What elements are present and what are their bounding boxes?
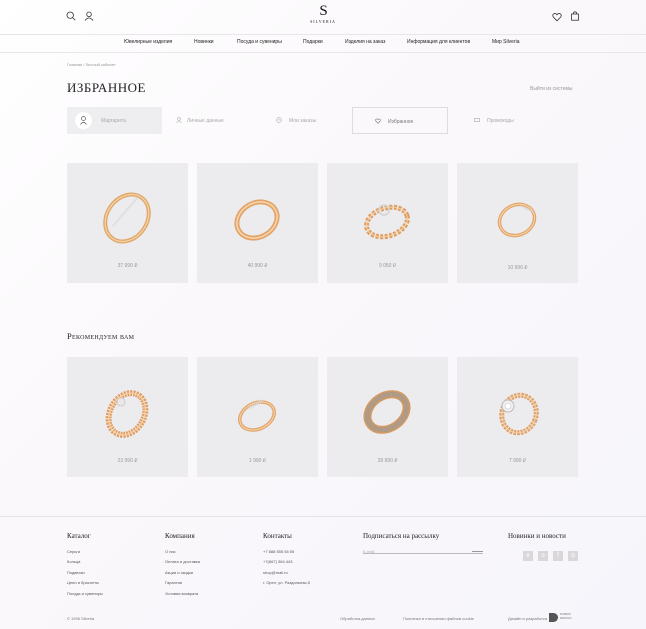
site-header: S SILVERIA <box>0 0 646 34</box>
subscribe-arrow-icon[interactable] <box>472 551 483 552</box>
product-card[interactable]: 23 990 ₽ <box>67 357 188 477</box>
product-card[interactable]: 7 990 ₽ <box>457 357 578 477</box>
ring-image <box>363 390 411 434</box>
ring-image <box>497 202 537 238</box>
privacy-link[interactable]: Обработка данных <box>340 616 375 621</box>
vk-icon[interactable]: в <box>523 551 533 561</box>
footer-contacts-title: Контакты <box>263 532 292 540</box>
main-nav: Ювелирные изделия Новинки Посуда и сувен… <box>0 34 646 53</box>
footer-subscribe-title: Подписаться на рассылку <box>363 532 440 540</box>
footer-link[interactable]: Серьги <box>67 549 80 554</box>
tab-favorites-label: Избранное <box>388 119 414 125</box>
ok-icon[interactable]: о <box>538 551 548 561</box>
instagram-icon[interactable]: ◎ <box>568 551 578 561</box>
footer-link[interactable]: Оплата и доставка <box>165 559 200 564</box>
nav-item-info[interactable]: Информация для клиентов <box>407 39 470 45</box>
tab-promocodes[interactable]: Промокоды <box>474 107 534 134</box>
nav-item-custom[interactable]: Изделия на заказ <box>345 39 385 45</box>
tab-profile[interactable]: Маргарита <box>67 107 162 134</box>
product-price: 28 990 ₽ <box>377 458 398 464</box>
search-icon[interactable] <box>66 11 76 21</box>
site-logo[interactable]: S SILVERIA <box>303 4 343 25</box>
product-card[interactable]: 37 990 ₽ <box>67 163 188 283</box>
avatar <box>75 112 92 129</box>
cart-icon[interactable] <box>570 11 580 21</box>
clock-icon <box>276 117 282 123</box>
user-icon <box>176 117 182 123</box>
page-title: Избранное <box>67 80 146 95</box>
footer-news-title: Новинки и новости <box>508 532 566 540</box>
copyright: © 1996 Silveria <box>67 616 95 621</box>
tab-personal-data-label: Личные данные <box>187 118 224 124</box>
ring-image <box>105 390 149 438</box>
heart-icon <box>375 118 381 124</box>
product-card[interactable]: 10 990 ₽ <box>457 163 578 283</box>
ring-image <box>499 392 539 436</box>
product-price: 37 990 ₽ <box>117 263 138 269</box>
nav-item-gifts[interactable]: Подарки <box>303 39 323 45</box>
footer-catalog-title: Каталог <box>67 532 91 540</box>
footer-link[interactable]: Условия возврата <box>165 591 198 596</box>
footer-link[interactable]: Подвески <box>67 570 85 575</box>
recommend-title: Рекомендуем вам <box>67 331 135 341</box>
product-price: 10 990 ₽ <box>507 265 528 271</box>
cookies-link[interactable]: Политика в отношении файлов cookie <box>403 616 474 621</box>
footer-link[interactable]: Посуда и сувениры <box>67 591 103 596</box>
ring-image <box>238 398 276 432</box>
facebook-icon[interactable]: f <box>553 551 563 561</box>
studio-name[interactable]: DOBRO DESIGN <box>560 612 580 620</box>
tab-personal-data[interactable]: Личные данные <box>176 107 246 134</box>
nav-item-tableware[interactable]: Посуда и сувениры <box>237 39 282 45</box>
studio-logo-icon[interactable] <box>549 613 558 622</box>
nav-item-world[interactable]: Мир Silveria <box>492 39 520 45</box>
breadcrumb[interactable]: Главная / Личный кабинет <box>67 62 116 67</box>
logout-link[interactable]: Выйти из системы <box>530 86 573 92</box>
ring-image <box>103 192 151 244</box>
product-price: 23 990 ₽ <box>117 458 138 464</box>
user-icon <box>80 116 87 125</box>
nav-item-jewelry[interactable]: Ювелирные изделия <box>124 39 172 45</box>
product-card[interactable]: 28 990 ₽ <box>327 357 448 477</box>
footer-phone[interactable]: +7 888 555 55 55 <box>263 549 294 554</box>
user-icon[interactable] <box>84 11 94 21</box>
footer-company-title: Компания <box>165 532 195 540</box>
design-credit: Дизайн и разработка <box>508 616 547 621</box>
footer-link[interactable]: О нас <box>165 549 176 554</box>
tab-promocodes-label: Промокоды <box>487 118 514 124</box>
product-card[interactable]: 1 990 ₽ <box>197 357 318 477</box>
logo-text: SILVERIA <box>310 19 336 24</box>
footer-link[interactable]: Акции и скидки <box>165 570 193 575</box>
product-price: 7 990 ₽ <box>508 458 527 464</box>
footer-phone[interactable]: +7(667) 384 443 <box>263 559 292 564</box>
product-card[interactable]: 40 990 ₽ <box>197 163 318 283</box>
footer-address: г. Орел, ул. Раздольная,5 <box>263 580 310 585</box>
coupon-icon <box>474 117 480 123</box>
product-price: 40 990 ₽ <box>247 263 268 269</box>
tab-orders-label: Мои заказы <box>289 118 317 124</box>
tab-orders[interactable]: Мои заказы <box>276 107 336 134</box>
footer-email[interactable]: shop@mail.ru <box>263 570 288 575</box>
ring-image <box>364 204 410 240</box>
ring-image <box>234 199 280 241</box>
product-price: 1 990 ₽ <box>248 458 267 464</box>
footer-link[interactable]: Кольца <box>67 559 80 564</box>
email-input-underline <box>363 553 483 554</box>
footer-link[interactable]: Цепи и браслеты <box>67 580 99 585</box>
logo-mark: S <box>319 3 327 19</box>
footer-divider <box>0 516 646 517</box>
tab-favorites[interactable]: Избранное <box>352 107 448 134</box>
product-price: 9 050 ₽ <box>378 263 397 269</box>
nav-item-new[interactable]: Новинки <box>194 39 214 45</box>
product-card[interactable]: 9 050 ₽ <box>327 163 448 283</box>
heart-icon[interactable] <box>552 12 562 22</box>
footer-link[interactable]: Гарантии <box>165 580 182 585</box>
tab-profile-label: Маргарита <box>101 118 126 124</box>
